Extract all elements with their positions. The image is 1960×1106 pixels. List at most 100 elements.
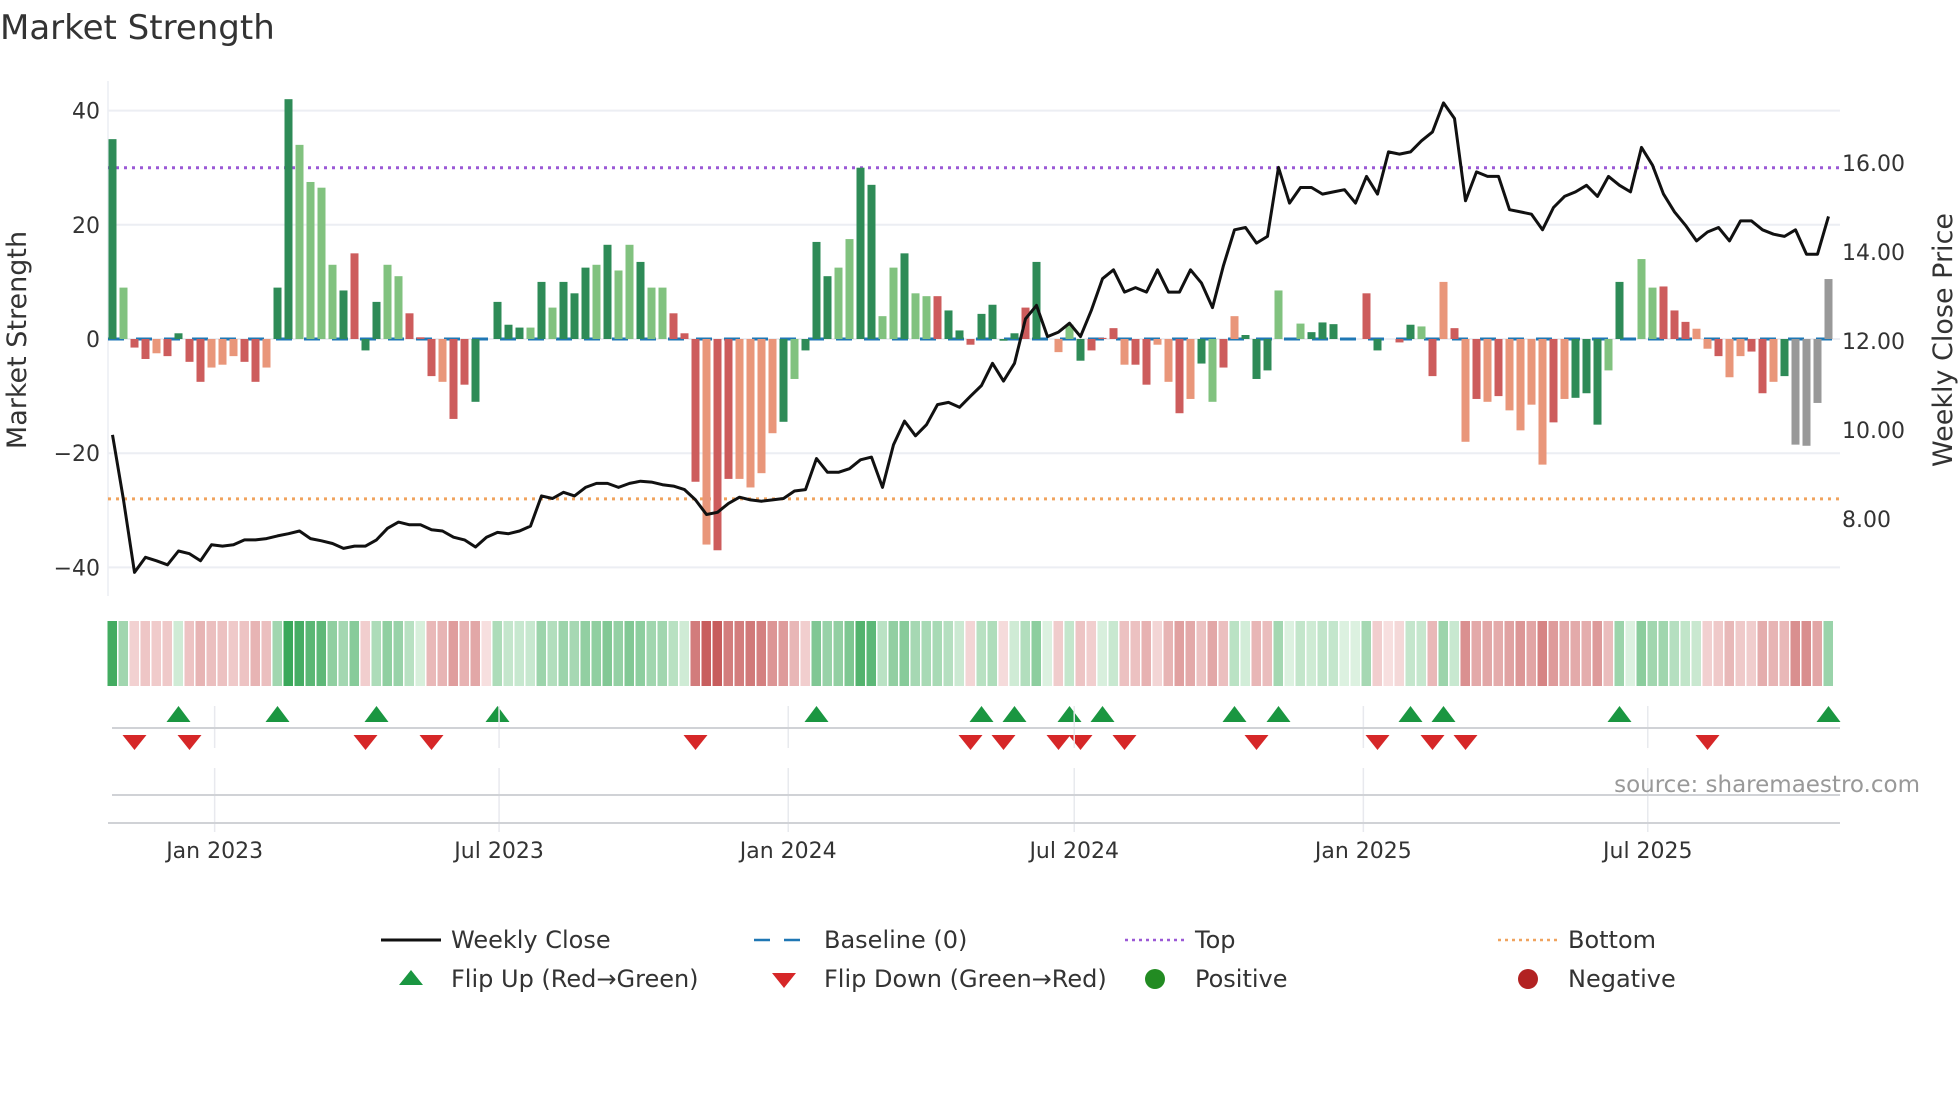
heat-cell xyxy=(866,621,876,686)
strength-bar xyxy=(1208,339,1217,402)
heat-cell xyxy=(305,621,315,686)
strength-bar xyxy=(1648,287,1657,339)
x-tick-label: Jan 2025 xyxy=(1313,839,1412,864)
strength-bar xyxy=(856,167,865,339)
heat-cell xyxy=(679,621,689,686)
strength-bar xyxy=(372,301,381,339)
x-tick-label: Jan 2024 xyxy=(738,839,837,864)
heat-cell xyxy=(1240,621,1250,686)
y2-tick-label: 14.00 xyxy=(1842,241,1905,266)
strength-bar xyxy=(1296,323,1305,339)
heat-cell xyxy=(701,621,711,686)
strength-bar xyxy=(1307,332,1316,339)
heat-cell xyxy=(800,621,810,686)
heat-cell xyxy=(1174,621,1184,686)
strength-bar xyxy=(1461,339,1470,442)
y-tick-label: 40 xyxy=(72,100,100,125)
strength-bar xyxy=(383,264,392,339)
strength-bar xyxy=(1670,310,1679,339)
strength-bar xyxy=(295,144,304,339)
legend-item: Negative xyxy=(1518,965,1676,993)
flip-up-icon xyxy=(804,706,829,722)
heat-cell xyxy=(1438,621,1448,686)
y2-axis-label: Weekly Close Price xyxy=(1928,213,1959,467)
heat-cell xyxy=(1416,621,1426,686)
strength-bar xyxy=(1076,339,1085,361)
strength-bar xyxy=(1373,339,1382,351)
strength-bar xyxy=(999,339,1008,341)
heat-cell xyxy=(1295,621,1305,686)
strength-bar xyxy=(1615,281,1624,339)
y2-tick-label: 16.00 xyxy=(1842,152,1905,177)
strength-bar xyxy=(1329,324,1338,339)
legend-label: Bottom xyxy=(1568,926,1656,954)
heat-cell xyxy=(1812,621,1822,686)
legend-label: Top xyxy=(1194,926,1236,954)
heat-cell xyxy=(646,621,656,686)
strength-bar xyxy=(504,324,513,339)
heat-cell xyxy=(1185,621,1195,686)
source-label: source: sharemaestro.com xyxy=(1614,772,1920,798)
legend-circle-icon xyxy=(1145,969,1165,989)
heat-cell xyxy=(1119,621,1129,686)
strength-bar xyxy=(163,339,172,357)
strength-bar xyxy=(1395,339,1404,343)
legend-item: Weekly Close xyxy=(381,926,611,954)
flip-down-icon xyxy=(1112,735,1137,750)
heat-cell xyxy=(503,621,513,686)
heat-cell xyxy=(1504,621,1514,686)
strength-bar xyxy=(900,253,909,339)
flip-up-icon xyxy=(1002,706,1027,722)
strength-bar xyxy=(526,327,535,339)
strength-bar xyxy=(350,253,359,339)
strength-bar xyxy=(691,339,700,482)
heat-cell xyxy=(404,621,414,686)
strength-bar xyxy=(1593,339,1602,425)
strength-bar xyxy=(790,339,799,379)
strength-bar xyxy=(1054,339,1063,353)
strength-bar xyxy=(1417,326,1426,339)
heat-cell xyxy=(1020,621,1030,686)
strength-bar xyxy=(1681,321,1690,339)
heat-cell xyxy=(107,621,117,686)
legend-item: Bottom xyxy=(1498,926,1656,954)
strength-bar xyxy=(1406,324,1415,339)
strength-bar xyxy=(1186,339,1195,399)
heat-cell xyxy=(360,621,370,686)
strength-bar xyxy=(581,267,590,339)
strength-bar xyxy=(416,337,425,339)
heat-cell xyxy=(1482,621,1492,686)
strength-bar xyxy=(570,293,579,339)
heat-cell xyxy=(1625,621,1635,686)
heat-cell xyxy=(778,621,788,686)
heat-cell xyxy=(1493,621,1503,686)
heat-cell xyxy=(1031,621,1041,686)
heat-cell xyxy=(1515,621,1525,686)
heat-cell xyxy=(1548,621,1558,686)
strength-bar xyxy=(1318,322,1327,339)
heat-cell xyxy=(1592,621,1602,686)
heat-cell xyxy=(888,621,898,686)
heat-cell xyxy=(536,621,546,686)
strength-bar xyxy=(1725,339,1734,378)
legend-label: Flip Down (Green→Red) xyxy=(824,965,1107,993)
flip-down-icon xyxy=(1068,735,1093,750)
heat-cell xyxy=(965,621,975,686)
strength-bar xyxy=(1197,339,1206,364)
heat-cell xyxy=(184,621,194,686)
strength-bar xyxy=(1010,333,1019,339)
heat-cell xyxy=(1064,621,1074,686)
heat-cell xyxy=(1801,621,1811,686)
strength-bar xyxy=(1362,293,1371,339)
legend-flip-down-icon xyxy=(772,973,796,988)
strength-bar xyxy=(1703,339,1712,349)
strength-bar xyxy=(614,270,623,339)
flip-up-icon xyxy=(1431,706,1456,722)
strength-bar xyxy=(768,339,777,434)
heat-cell xyxy=(1757,621,1767,686)
strength-bar xyxy=(1758,339,1767,394)
strength-bar xyxy=(1604,339,1613,371)
strength-bar xyxy=(1692,328,1701,339)
strength-bar xyxy=(1549,339,1558,423)
strength-bar xyxy=(1714,339,1723,357)
